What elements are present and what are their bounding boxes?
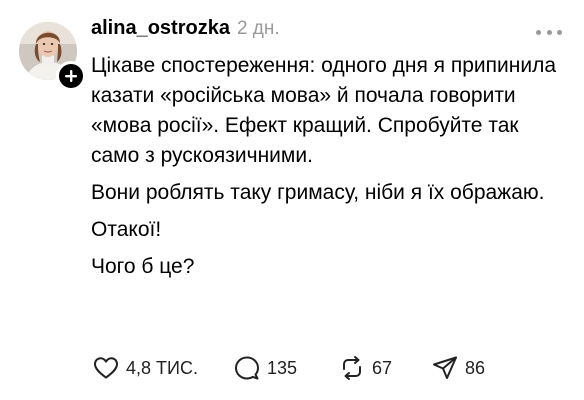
- plus-icon: [65, 70, 77, 82]
- post-header: alina_ostrozka 2 дн.: [91, 17, 280, 47]
- post-paragraph: Вони роблять таку гримасу, ніби я їх обр…: [91, 181, 545, 204]
- post-timestamp: 2 дн.: [236, 18, 280, 39]
- more-dots-icon: [536, 29, 541, 35]
- speech-bubble-icon: [234, 356, 259, 380]
- more-dots-icon: [546, 29, 552, 35]
- more-dots-icon: [557, 29, 562, 35]
- reply-count: 135: [266, 357, 298, 378]
- avatar-container[interactable]: [19, 22, 86, 91]
- more-options-button[interactable]: [536, 26, 562, 38]
- username-link[interactable]: alina_ostrozka: [91, 17, 230, 40]
- follow-button[interactable]: [56, 61, 86, 91]
- like-button[interactable]: 4,8 ТИС.: [93, 356, 198, 380]
- action-bar: 4,8 ТИС. 135 67 86: [93, 353, 485, 383]
- paper-plane-icon: [433, 356, 458, 379]
- repost-icon: [343, 356, 362, 380]
- post-body: Цікаве спостереження: одного дня я припи…: [91, 51, 561, 289]
- reply-button[interactable]: 135: [234, 355, 297, 381]
- repost-count: 67: [372, 357, 393, 378]
- share-button[interactable]: 86: [432, 355, 485, 381]
- like-count: 4,8 ТИС.: [126, 357, 198, 378]
- post-paragraph: Отакої!: [91, 218, 162, 241]
- repost-button[interactable]: 67: [339, 355, 392, 381]
- post-card: alina_ostrozka 2 дн. Цікаве спостереженн…: [0, 0, 584, 400]
- heart-icon: [94, 357, 118, 379]
- post-paragraph: Чого б це?: [91, 255, 195, 278]
- share-count: 86: [465, 357, 486, 378]
- post-paragraph: Цікаве спостереження: одного дня я припи…: [91, 54, 557, 167]
